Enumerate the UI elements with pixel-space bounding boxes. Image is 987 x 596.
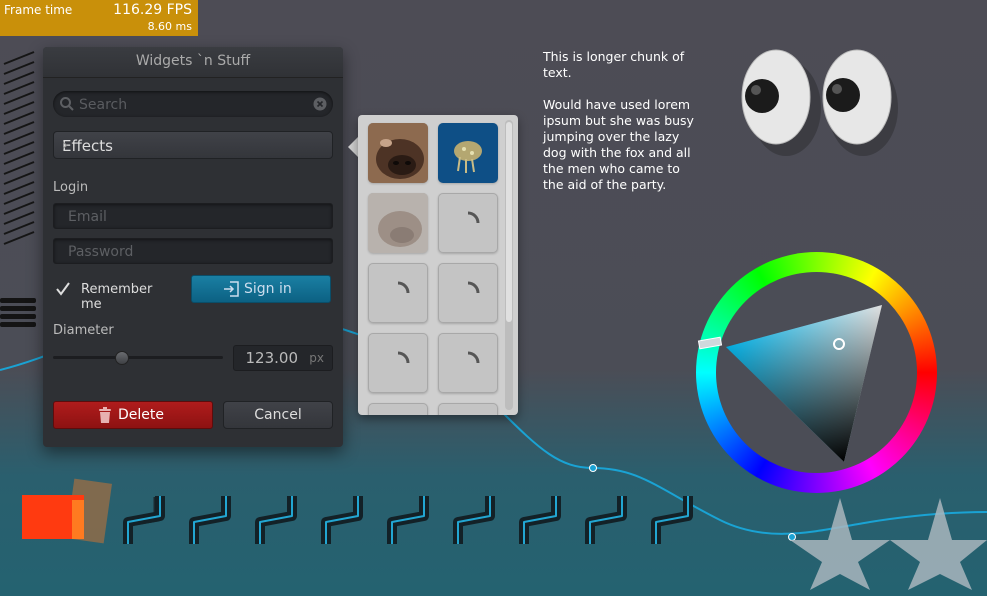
hatch-lines <box>3 51 35 245</box>
remember-checkbox[interactable]: Remember me <box>55 280 175 312</box>
remember-label: Remember me <box>81 282 153 312</box>
image-thumb-loading[interactable] <box>368 263 428 323</box>
spinner-icon <box>467 281 480 294</box>
password-field[interactable] <box>53 238 333 264</box>
fps-label: Frame time <box>4 3 73 17</box>
popup-arrow <box>348 137 358 157</box>
frame-ms: 8.60 ms <box>147 20 192 33</box>
sign-in-button[interactable]: Sign in <box>191 275 331 303</box>
image-thumb-loading-dog[interactable] <box>368 193 428 253</box>
window-title[interactable]: Widgets `n Stuff <box>43 47 343 78</box>
zigzag-row <box>123 496 693 544</box>
spinner-icon <box>397 351 410 364</box>
email-field[interactable] <box>53 203 333 229</box>
image-thumb-jellyfish[interactable] <box>438 123 498 183</box>
image-popup[interactable] <box>358 115 518 415</box>
diameter-label: Diameter <box>53 323 114 338</box>
search-icon <box>60 97 74 111</box>
text-paragraph-2: Would have used lorem ipsum but she was … <box>543 97 694 192</box>
cancel-label: Cancel <box>254 407 302 423</box>
image-thumb-dog[interactable] <box>368 123 428 183</box>
chevron-right-icon: › <box>62 135 69 154</box>
image-thumb-loading[interactable] <box>368 333 428 393</box>
spinner-icon <box>467 211 480 224</box>
popup-scrollbar-thumb[interactable] <box>506 122 512 322</box>
diameter-value: 123.00 <box>245 349 299 367</box>
email-input[interactable] <box>66 205 330 229</box>
spinner-icon <box>397 281 410 294</box>
delete-button[interactable]: Delete <box>53 401 213 429</box>
image-thumb-loading[interactable] <box>438 193 498 253</box>
effects-button[interactable]: Effects › <box>53 131 333 159</box>
image-thumb-loading[interactable] <box>438 263 498 323</box>
fps-overlay: Frame time 116.29 FPS 8.60 ms <box>0 0 198 36</box>
diameter-unit: px <box>309 351 324 365</box>
diameter-slider-track[interactable] <box>53 356 223 359</box>
saturation-triangle[interactable] <box>696 252 937 493</box>
search-input[interactable] <box>77 94 311 116</box>
trash-icon <box>99 407 111 423</box>
sign-in-icon <box>224 281 239 297</box>
text-paragraph-1: This is longer chunk of text. <box>543 49 685 80</box>
image-thumb-loading[interactable] <box>368 403 428 415</box>
diameter-number-box[interactable]: 123.00 px <box>233 345 333 371</box>
password-input[interactable] <box>66 240 330 264</box>
color-wheel[interactable] <box>696 252 937 493</box>
search-box[interactable] <box>53 91 333 117</box>
hue-handle <box>697 336 723 350</box>
spinner-icon <box>467 351 480 364</box>
fps-value: 116.29 FPS <box>113 2 192 18</box>
cancel-button[interactable]: Cancel <box>223 401 333 429</box>
sign-in-label: Sign in <box>244 281 292 297</box>
login-label: Login <box>53 180 89 195</box>
stack-bars <box>0 298 36 327</box>
widgets-window[interactable]: Widgets `n Stuff Effects › Login Remembe… <box>43 47 343 447</box>
delete-label: Delete <box>118 407 164 423</box>
checkmark-icon <box>56 282 70 296</box>
dog-photo <box>368 123 428 183</box>
jellyfish-photo <box>438 123 498 183</box>
star-shape <box>790 498 890 590</box>
diameter-slider-knob[interactable] <box>115 351 129 365</box>
image-thumb-loading[interactable] <box>438 403 498 415</box>
clear-icon[interactable] <box>313 97 327 111</box>
faded-dog-photo <box>368 193 428 253</box>
image-thumb-loading[interactable] <box>438 333 498 393</box>
